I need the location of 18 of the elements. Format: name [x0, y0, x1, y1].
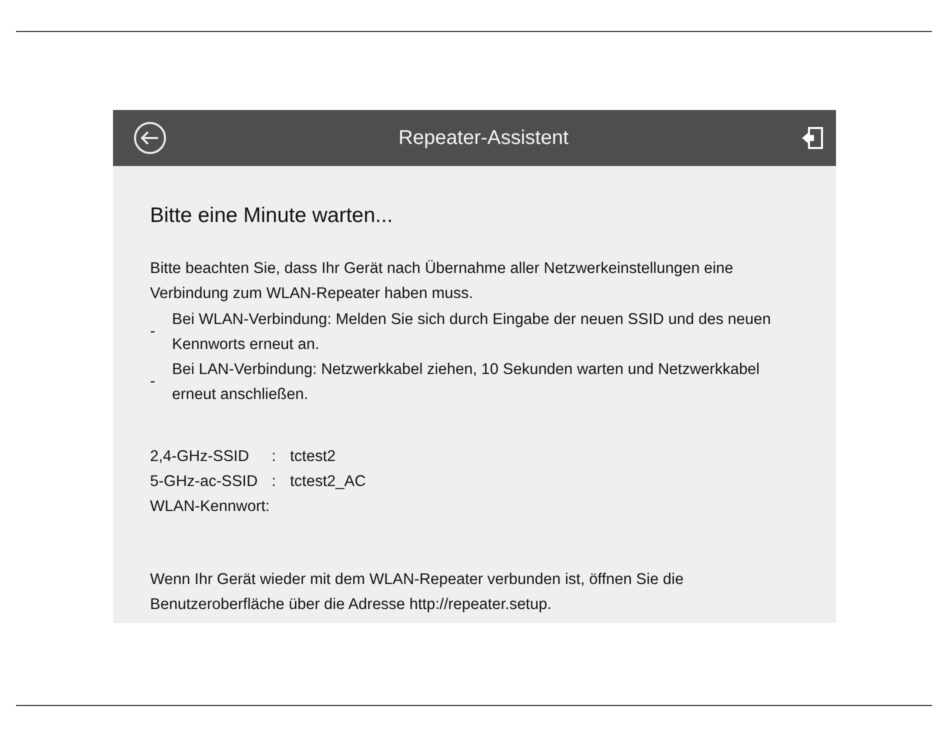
instruction-text: Bitte beachten Sie, dass Ihr Gerät nach Übernahme aller Netzwerkeinstellungen eine Verbindung zum WLAN-Repeater haben muss.: [150, 259, 734, 304]
back-button[interactable]: [133, 121, 167, 155]
setting-value: tctest2_AC: [290, 472, 367, 492]
heading: Bitte eine Minute warten...: [150, 203, 394, 229]
setting-label: WLAN-Kennwort:: [150, 497, 271, 517]
separator-colon: :: [272, 472, 276, 492]
window-title: Repeater-Assistent: [398, 126, 569, 150]
instruction-item: Bei LAN-Verbindung: Netzwerkkabel ziehen, 10 Sekunden warten und Netzwerkkabel erneut anschließen.: [172, 360, 761, 405]
separator-colon: :: [272, 447, 276, 467]
setting-label: 2,4-GHz-SSID: [150, 447, 250, 467]
setting-label: 5-GHz-ac-SSID: [150, 472, 258, 492]
setting-value: tctest2: [290, 447, 337, 467]
exit-door-icon: [800, 126, 824, 150]
list-marker: -: [150, 322, 156, 342]
footer-text: Wenn Ihr Gerät wieder mit dem WLAN-Repeater verbunden ist, öffnen Sie die Benutzeroberfläche über die Adresse http://repeater.setup.: [150, 570, 685, 615]
instruction-item: Bei WLAN-Verbindung: Melden Sie sich durch Eingabe der neuen SSID und des neuen Kennworts erneut an.: [172, 310, 772, 355]
list-marker: -: [150, 372, 156, 392]
exit-button[interactable]: [800, 126, 824, 150]
